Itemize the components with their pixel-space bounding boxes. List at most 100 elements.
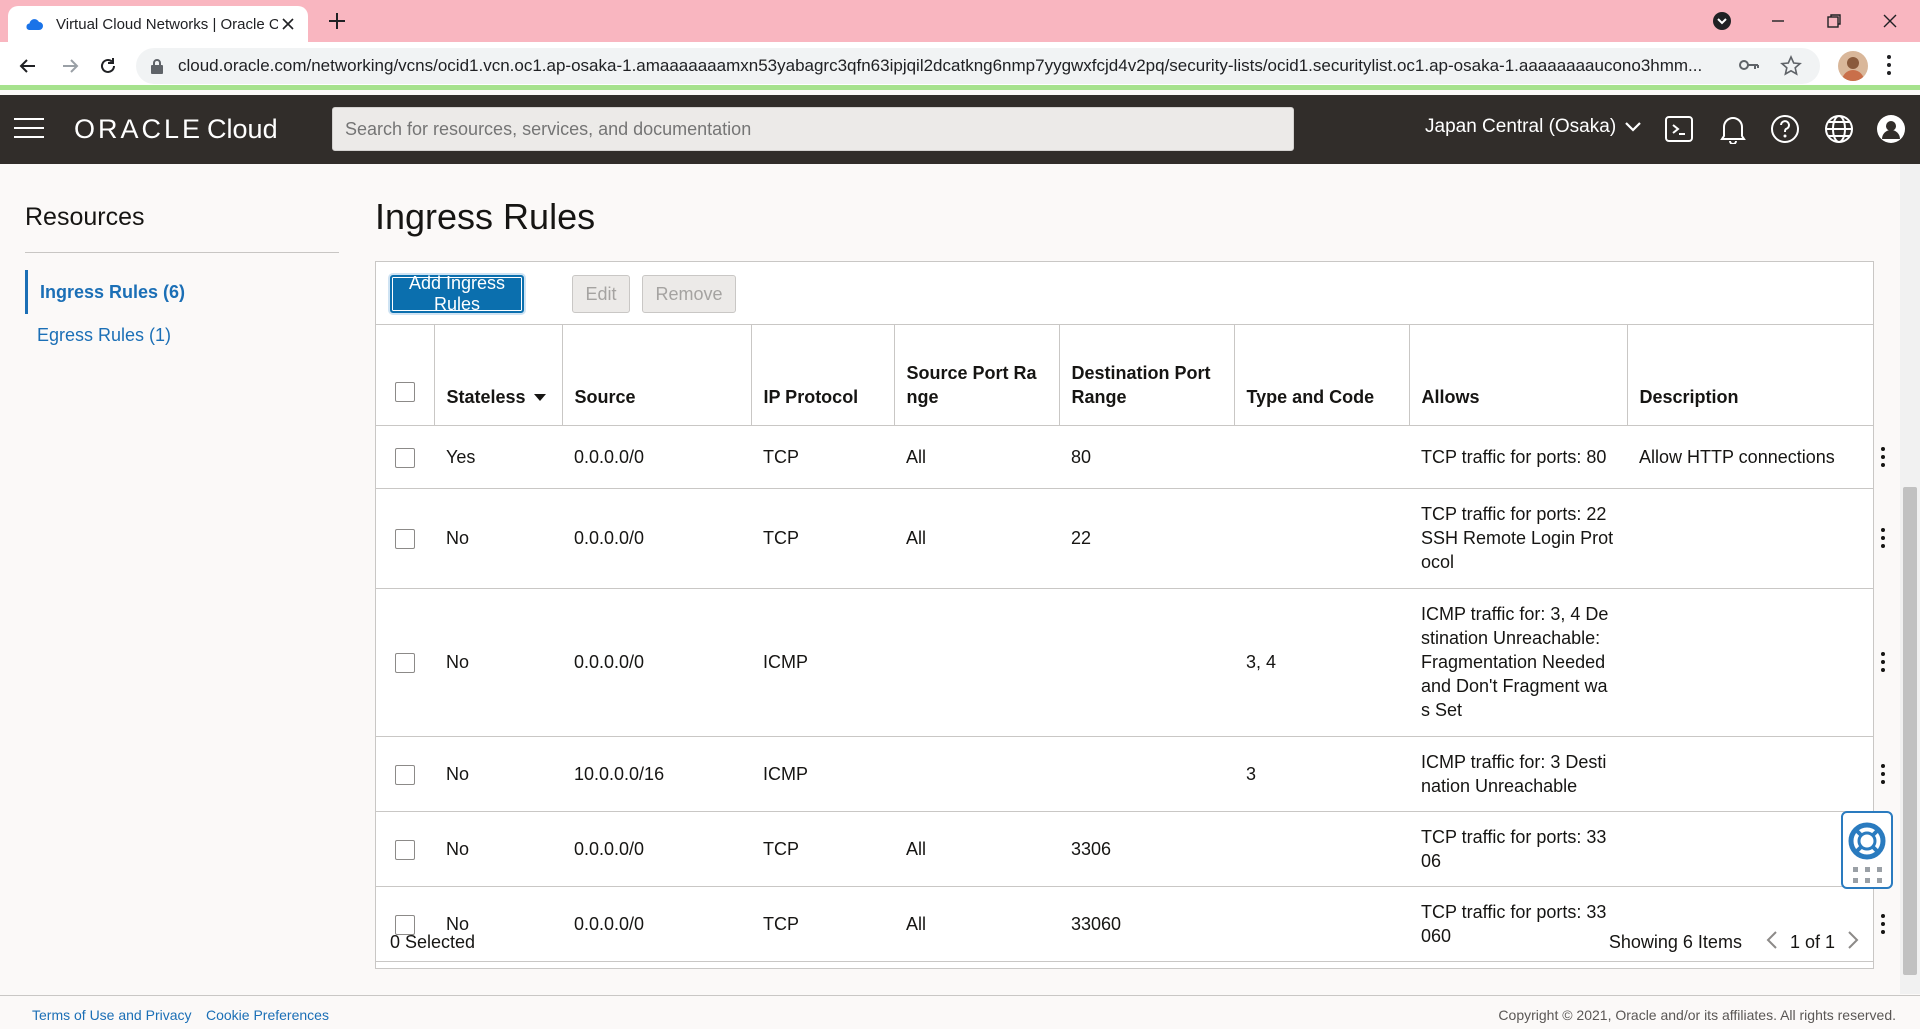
destination-port-range-cell: 3306 (1059, 811, 1234, 887)
destination-port-range-cell (1059, 736, 1234, 812)
search-input[interactable] (332, 107, 1294, 151)
table-row: Yes 0.0.0.0/0 TCP All 80 TCP traffic for port… (376, 425, 1885, 489)
row-select-cell (376, 425, 434, 489)
sidebar-item-ingress-rules[interactable]: Ingress Rules (6) (25, 270, 325, 314)
type-and-code-cell (1234, 811, 1409, 887)
select-all-checkbox[interactable] (394, 381, 415, 402)
lock-icon (151, 59, 163, 74)
forward-icon[interactable] (56, 52, 84, 80)
scrollbar-thumb[interactable] (1903, 487, 1917, 975)
row-actions-menu-icon[interactable] (1873, 526, 1893, 550)
column-header-destination-port-range: Destination Port Range (1058, 325, 1234, 426)
bookmark-star-icon[interactable] (1780, 55, 1802, 82)
remove-button[interactable]: Remove (642, 275, 736, 313)
source-cell: 0.0.0.0/0 (562, 425, 751, 489)
ip-protocol-cell: TCP (751, 488, 894, 589)
restore-icon[interactable] (1820, 8, 1848, 34)
copyright-text: Copyright © 2021, Oracle and/or its affi… (1498, 1007, 1896, 1023)
notifications-bell-icon[interactable] (1718, 114, 1748, 144)
minimize-icon[interactable] (1764, 8, 1792, 34)
type-and-code-cell (1234, 425, 1409, 489)
source-port-range-cell: All (894, 425, 1059, 489)
destination-port-range-cell: 80 (1059, 425, 1234, 489)
row-checkbox[interactable] (395, 764, 415, 785)
type-and-code-cell: 3, 4 (1234, 588, 1409, 737)
terms-link[interactable]: Terms of Use and Privacy (32, 1007, 192, 1023)
allows-cell: TCP traffic for ports: 33060 (1409, 886, 1627, 962)
row-select-cell (376, 588, 434, 737)
help-icon[interactable] (1770, 114, 1800, 144)
back-icon[interactable] (14, 52, 42, 80)
password-key-icon[interactable] (1738, 56, 1760, 79)
allows-cell: TCP traffic for ports: 22 SSH Remote Log… (1409, 488, 1627, 589)
chevron-down-icon (1625, 122, 1641, 132)
help-widget[interactable] (1841, 811, 1893, 889)
table-row: No 0.0.0.0/0 TCP All 3306 TCP traffic for por… (376, 811, 1885, 887)
close-tab-icon[interactable] (278, 14, 298, 34)
ip-protocol-cell: TCP (751, 811, 894, 887)
reload-icon[interactable] (94, 52, 122, 80)
type-and-code-cell (1234, 488, 1409, 589)
sidebar-divider (25, 252, 339, 253)
ip-protocol-cell: TCP (751, 425, 894, 489)
ip-protocol-cell: ICMP (751, 736, 894, 812)
source-cell: 0.0.0.0/0 (562, 886, 751, 962)
resources-heading: Resources (25, 203, 145, 231)
pagination: Showing 6 Items 1 of 1 (1609, 930, 1859, 955)
type-and-code-cell: 3 (1234, 736, 1409, 812)
page-indicator: 1 of 1 (1789, 932, 1835, 952)
previous-page-icon[interactable] (1766, 930, 1778, 955)
source-port-range-cell: All (894, 811, 1059, 887)
tab-title: Virtual Cloud Networks | Oracle C (56, 15, 278, 33)
allows-cell: ICMP traffic for: 3, 4 Destination Unrea… (1409, 588, 1627, 737)
row-actions-menu-icon[interactable] (1873, 445, 1893, 469)
description-cell: Allow HTTP connections (1627, 425, 1873, 489)
source-port-range-cell: All (894, 488, 1059, 589)
browser-tab[interactable]: Virtual Cloud Networks | Oracle C (8, 6, 308, 42)
row-actions-menu-icon[interactable] (1873, 650, 1893, 674)
navigation-menu-icon[interactable] (14, 118, 44, 140)
description-cell (1627, 811, 1873, 887)
browser-menu-icon[interactable] (1886, 54, 1892, 81)
source-port-range-cell (894, 736, 1059, 812)
tab-search-icon[interactable] (1708, 8, 1736, 34)
row-select-cell (376, 811, 434, 887)
destination-port-range-cell: 22 (1059, 488, 1234, 589)
row-checkbox[interactable] (395, 839, 415, 860)
region-selector[interactable]: Japan Central (Osaka) (1425, 116, 1642, 138)
language-globe-icon[interactable] (1824, 114, 1854, 144)
sidebar-item-egress-rules[interactable]: Egress Rules (1) (25, 325, 325, 346)
row-select-cell (376, 736, 434, 812)
close-window-icon[interactable] (1876, 8, 1904, 34)
cookie-preferences-link[interactable]: Cookie Preferences (206, 1007, 329, 1023)
oracle-cloud-logo[interactable]: ORACLE Cloud (74, 114, 278, 145)
url-field[interactable]: cloud.oracle.com/networking/vcns/ocid1.v… (136, 48, 1820, 84)
cloud-shell-icon[interactable] (1664, 114, 1694, 144)
stateless-cell: No (434, 588, 562, 737)
lifebuoy-icon (1848, 822, 1886, 860)
source-cell: 10.0.0.0/16 (562, 736, 751, 812)
user-profile-icon[interactable] (1876, 114, 1906, 144)
edit-button[interactable]: Edit (572, 275, 630, 313)
source-cell: 0.0.0.0/0 (562, 811, 751, 887)
row-checkbox[interactable] (395, 447, 415, 468)
row-actions-menu-icon[interactable] (1873, 762, 1893, 786)
column-header-stateless[interactable]: Stateless (433, 325, 562, 426)
browser-tabstrip: Virtual Cloud Networks | Oracle C (0, 0, 1920, 42)
table-toolbar: Add Ingress Rules Edit Remove (376, 262, 1873, 325)
source-cell: 0.0.0.0/0 (562, 488, 751, 589)
row-checkbox[interactable] (395, 529, 415, 550)
next-page-icon[interactable] (1847, 930, 1859, 955)
row-actions-menu-icon[interactable] (1873, 912, 1893, 936)
drag-handle-icon[interactable] (1853, 867, 1883, 885)
selected-count: 0 Selected (390, 932, 476, 952)
table-header-row: Stateless Source IP Protocol Source Port… (376, 325, 1873, 426)
row-checkbox[interactable] (395, 653, 415, 674)
table-row: No 0.0.0.0/0 ICMP 3, 4 ICMP traffic for: 3, … (376, 588, 1885, 737)
ingress-rules-panel: Add Ingress Rules Edit Remove Stateless … (375, 261, 1885, 969)
profile-avatar[interactable] (1838, 51, 1868, 81)
page-title: Ingress Rules (375, 196, 596, 237)
new-tab-icon[interactable] (326, 10, 348, 32)
add-ingress-rules-button[interactable]: Add Ingress Rules (390, 273, 524, 314)
allows-cell: TCP traffic for ports: 80 (1409, 425, 1627, 489)
